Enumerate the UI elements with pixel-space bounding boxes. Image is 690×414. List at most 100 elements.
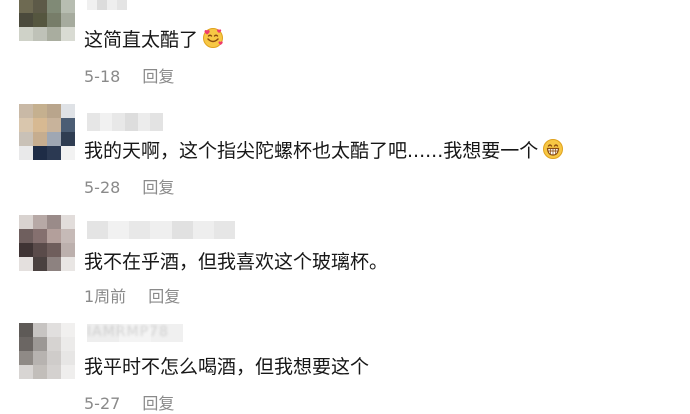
avatar-pixel [19, 351, 33, 365]
comment-date: 1周前 [84, 287, 127, 306]
avatar-pixel [47, 104, 61, 118]
avatar-pixel [33, 229, 47, 243]
comment-text: 这简直太酷了 [84, 27, 224, 53]
comment-text: 我的天啊，这个指尖陀螺杯也太酷了吧......我想要一个 [84, 138, 564, 164]
avatar-pixel [19, 323, 33, 337]
avatar-pixel [19, 365, 33, 379]
avatar-pixel [47, 13, 61, 27]
avatar-pixel [47, 146, 61, 160]
avatar-pixel [61, 257, 75, 271]
comment-meta: 5-18 回复 [84, 67, 174, 87]
avatar[interactable] [19, 104, 75, 160]
username-pixel [192, 221, 214, 239]
username-pixel [150, 113, 163, 131]
username-pixel [171, 221, 193, 239]
avatar[interactable] [19, 215, 75, 271]
comment-meta: 1周前 回复 [84, 287, 180, 307]
comment-meta: 5-28 回复 [84, 178, 174, 198]
avatar[interactable] [19, 0, 75, 41]
comment-text: 我不在乎酒，但我喜欢这个玻璃杯。 [84, 251, 389, 273]
comment-date: 5-28 [84, 178, 121, 197]
avatar-pixel [33, 0, 47, 13]
username-pixel [129, 221, 151, 239]
avatar-pixel [19, 0, 33, 13]
avatar-pixel [33, 257, 47, 271]
avatar-pixel [19, 27, 33, 41]
avatar-pixel [47, 0, 61, 13]
avatar-pixel [19, 132, 33, 146]
reply-button[interactable]: 回复 [142, 67, 174, 86]
reply-button[interactable]: 回复 [148, 287, 180, 306]
avatar-pixel [47, 257, 61, 271]
avatar-pixel [19, 104, 33, 118]
avatar-pixel [61, 104, 75, 118]
username[interactable] [87, 113, 163, 131]
avatar-pixel [47, 118, 61, 132]
avatar-pixel [61, 351, 75, 365]
avatar-pixel [33, 215, 47, 229]
avatar-pixel [47, 215, 61, 229]
comment-text: 我平时不怎么喝酒，但我想要这个 [84, 356, 370, 378]
comment-meta: 5-27 回复 [84, 394, 174, 414]
avatar-pixel [47, 243, 61, 257]
avatar-pixel [33, 146, 47, 160]
avatar-pixel [47, 351, 61, 365]
avatar-pixel [61, 146, 75, 160]
username-text: IAMRMP78 [87, 324, 169, 340]
avatar-pixel [47, 365, 61, 379]
avatar-pixel [47, 337, 61, 351]
avatar-pixel [19, 215, 33, 229]
avatar-pixel [33, 118, 47, 132]
comment-date: 5-18 [84, 67, 121, 86]
avatar-pixel [47, 132, 61, 146]
avatar-pixel [33, 337, 47, 351]
username-pixel [108, 221, 130, 239]
avatar-pixel [61, 323, 75, 337]
avatar-pixel [33, 323, 47, 337]
avatar-pixel [19, 229, 33, 243]
avatar-pixel [33, 13, 47, 27]
avatar[interactable] [19, 323, 75, 379]
username-pixel [150, 221, 172, 239]
avatar-pixel [61, 337, 75, 351]
avatar-pixel [61, 27, 75, 41]
avatar-pixel [61, 229, 75, 243]
username-pixel [124, 113, 138, 131]
smiling-face-with-hearts-icon [203, 28, 224, 48]
avatar-pixel [19, 243, 33, 257]
username-pixel [137, 113, 151, 131]
avatar-pixel [61, 132, 75, 146]
avatar-pixel [19, 13, 33, 27]
avatar-pixel [61, 243, 75, 257]
avatar-pixel [33, 132, 47, 146]
avatar-pixel [33, 351, 47, 365]
comment-date: 5-27 [84, 394, 121, 413]
avatar-pixel [61, 215, 75, 229]
grinning-face-icon [543, 139, 564, 159]
avatar-pixel [33, 104, 47, 118]
username[interactable]: IAMRMP78 [87, 324, 183, 342]
avatar-pixel [33, 365, 47, 379]
avatar-pixel [61, 0, 75, 13]
username-pixel [87, 221, 109, 239]
comment-list: 这简直太酷了 5-18 回复 我的天啊，这个指尖陀螺杯也太酷了吧......我想要… [0, 0, 690, 414]
reply-button[interactable]: 回复 [142, 178, 174, 197]
avatar-pixel [33, 243, 47, 257]
username-pixel [87, 0, 97, 10]
username[interactable] [87, 0, 127, 10]
username-pixel [97, 0, 107, 10]
username[interactable] [87, 221, 235, 239]
avatar-pixel [19, 118, 33, 132]
username-pixel [117, 0, 127, 10]
avatar-pixel [19, 257, 33, 271]
username-pixel [107, 0, 117, 10]
avatar-pixel [19, 146, 33, 160]
username-pixel [99, 113, 113, 131]
avatar-pixel [47, 27, 61, 41]
avatar-pixel [19, 337, 33, 351]
username-pixel [213, 221, 235, 239]
username-pixel [87, 113, 100, 131]
avatar-pixel [61, 118, 75, 132]
reply-button[interactable]: 回复 [142, 394, 174, 413]
avatar-pixel [61, 365, 75, 379]
